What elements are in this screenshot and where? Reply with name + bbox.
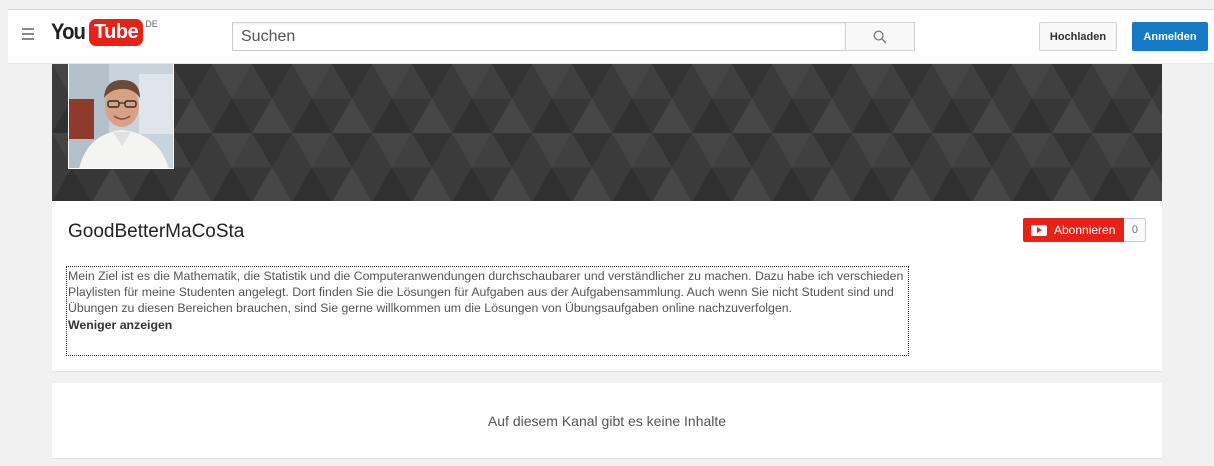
guide-menu-icon[interactable] [18,24,38,44]
logo-tube-text: Tube [88,19,144,46]
subscriber-count: 0 [1124,218,1147,242]
show-less-link[interactable]: Weniger anzeigen [68,317,172,333]
subscribe-label: Abonnieren [1054,223,1116,237]
channel-banner [52,64,1162,201]
search-button[interactable] [845,22,915,51]
upload-button[interactable]: Hochladen [1039,22,1117,51]
channel-description: Mein Ziel ist es die Mathematik, die Sta… [66,266,909,356]
search-bar [232,22,915,51]
search-icon [873,30,887,43]
search-input[interactable] [232,22,845,51]
masthead: You Tube DE Hochladen Anmelden [8,10,1214,64]
description-text: Mein Ziel ist es die Mathematik, die Sta… [68,269,904,316]
logo-country-code: DE [145,19,158,29]
channel-title[interactable]: GoodBetterMaCoSta [68,221,244,243]
subscribe-control: Abonnieren 0 [1023,218,1147,242]
youtube-logo[interactable]: You Tube DE [51,17,158,47]
channel-info-card: GoodBetterMaCoSta Abonnieren 0 Mein Ziel… [52,201,1162,372]
logo-you-text: You [51,19,86,44]
empty-content-card: Auf diesem Kanal gibt es keine Inhalte [52,383,1162,459]
avatar-photo [69,64,173,168]
signin-button[interactable]: Anmelden [1132,22,1208,51]
empty-message: Auf diesem Kanal gibt es keine Inhalte [487,412,727,429]
channel-avatar[interactable] [68,64,174,169]
banner-pattern [52,64,1162,201]
subscribe-play-icon [1031,224,1047,236]
subscribe-button[interactable]: Abonnieren [1023,218,1125,242]
